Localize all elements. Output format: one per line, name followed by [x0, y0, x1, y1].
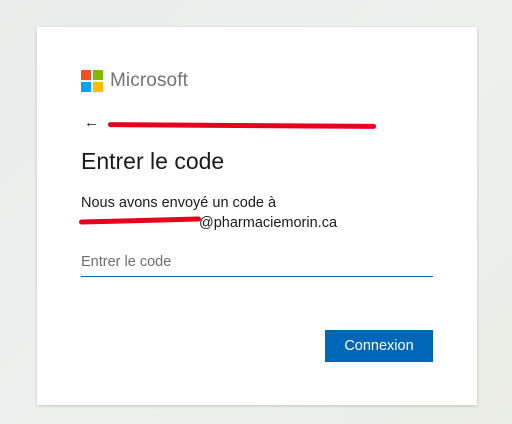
- redacted-email-prefix: [78, 216, 202, 230]
- arrow-left-icon[interactable]: ←: [84, 113, 99, 133]
- identity-row: ←: [84, 113, 384, 133]
- redacted-email-mark: [107, 122, 377, 129]
- microsoft-logo-icon: [81, 70, 103, 92]
- microsoft-wordmark: Microsoft: [110, 70, 188, 91]
- sign-in-card: Microsoft ← Entrer le code Nous avons en…: [37, 27, 477, 405]
- page-title: Entrer le code: [81, 148, 225, 174]
- code-sent-description: Nous avons envoyé un code à @pharmaciemo…: [78, 193, 441, 233]
- email-domain: @pharmaciemorin.ca: [199, 215, 338, 231]
- connexion-button[interactable]: Connexion: [325, 330, 433, 362]
- description-text: Nous avons envoyé un code à: [81, 195, 277, 211]
- code-input[interactable]: [81, 248, 433, 277]
- redaction-mark: [78, 216, 202, 225]
- recipient-email: @pharmaciemorin.ca: [78, 213, 338, 233]
- microsoft-logo: Microsoft: [81, 70, 188, 92]
